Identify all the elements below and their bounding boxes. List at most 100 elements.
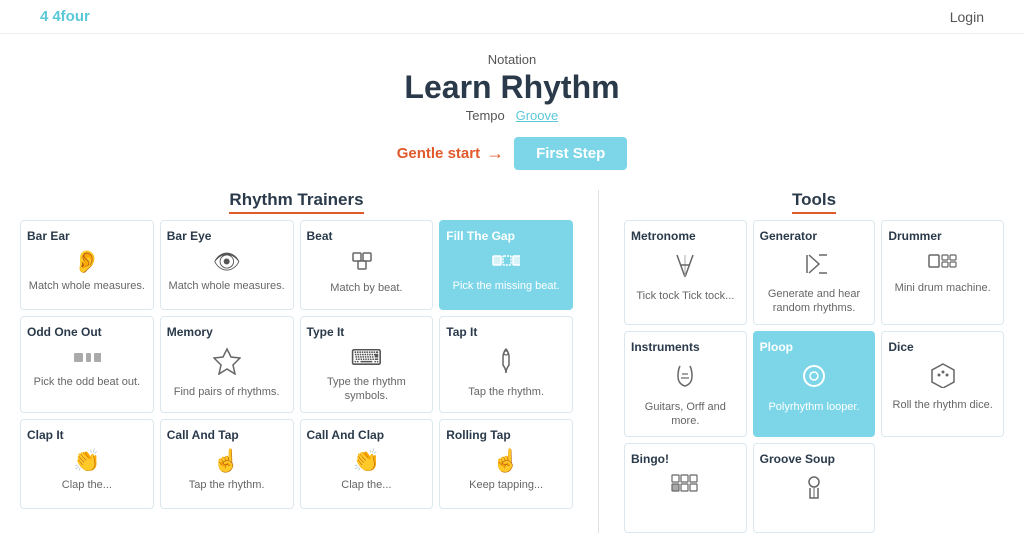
card-metronome-desc: Tick tock Tick tock...: [636, 289, 734, 303]
card-call-and-tap-desc: Tap the rhythm.: [189, 478, 265, 492]
card-bar-ear-icon: 👂: [73, 251, 100, 273]
card-tap-it[interactable]: Tap It Tap the rhythm.: [439, 316, 573, 413]
card-generator-icon: [801, 251, 827, 281]
hero-cta: Gentle start → First Step: [0, 137, 1024, 170]
card-bar-eye-title: Bar Eye: [167, 229, 287, 243]
card-clap-it-desc: Clap the...: [62, 478, 112, 492]
card-bingo[interactable]: Bingo!: [624, 443, 747, 533]
logo-symbol: 4: [40, 8, 48, 25]
card-bar-eye-desc: Match whole measures.: [169, 279, 285, 293]
arrow-icon: →: [486, 143, 504, 164]
tools-section-title: Tools: [792, 190, 836, 214]
card-odd-one-out-title: Odd One Out: [27, 325, 147, 339]
card-groove-soup[interactable]: Groove Soup: [753, 443, 876, 533]
tools-section: Tools Metronome Tick tock Tick tock... G…: [624, 190, 1004, 533]
card-clap-it-title: Clap It: [27, 428, 147, 442]
card-memory-title: Memory: [167, 325, 287, 339]
groove-label[interactable]: Groove: [516, 108, 559, 123]
hero-subtitle: Tempo Groove: [0, 108, 1024, 123]
card-call-and-clap-title: Call And Clap: [307, 428, 427, 442]
card-memory-icon: [213, 347, 241, 379]
card-generator-title: Generator: [760, 229, 869, 243]
card-bar-eye-icon: 👁: [213, 251, 241, 273]
tools-section-title-wrap: Tools: [624, 190, 1004, 210]
section-divider: [598, 190, 599, 533]
card-instruments-icon: [672, 362, 698, 394]
card-generator-desc: Generate and hear random rhythms.: [760, 287, 869, 316]
card-dice-title: Dice: [888, 340, 997, 354]
card-type-it-desc: Type the rhythm symbols.: [307, 375, 427, 404]
card-ploop-desc: Polyrhythm looper.: [768, 400, 859, 414]
card-drummer-title: Drummer: [888, 229, 997, 243]
card-drummer-icon: [928, 251, 958, 275]
card-bar-ear[interactable]: Bar Ear 👂 Match whole measures.: [20, 220, 154, 310]
card-type-it-title: Type It: [307, 325, 427, 339]
tools-grid: Metronome Tick tock Tick tock... Generat…: [624, 220, 1004, 533]
card-call-and-tap-title: Call And Tap: [167, 428, 287, 442]
card-rolling-tap-title: Rolling Tap: [446, 428, 566, 442]
card-call-and-tap[interactable]: Call And Tap ☝ Tap the rhythm.: [160, 419, 294, 509]
card-memory[interactable]: Memory Find pairs of rhythms.: [160, 316, 294, 413]
card-call-and-tap-icon: ☝: [213, 450, 240, 472]
card-instruments-desc: Guitars, Orff and more.: [631, 400, 740, 429]
card-bar-eye[interactable]: Bar Eye 👁 Match whole measures.: [160, 220, 294, 310]
rhythm-grid: Bar Ear 👂 Match whole measures. Bar Eye …: [20, 220, 573, 509]
card-beat[interactable]: Beat Match by beat.: [300, 220, 434, 310]
logo-text: 4four: [52, 8, 90, 25]
card-fill-the-gap-desc: Pick the missing beat.: [453, 279, 560, 293]
card-odd-one-out-icon: [73, 347, 101, 369]
card-generator[interactable]: Generator Generate and hear random rhyth…: [753, 220, 876, 325]
card-bar-ear-title: Bar Ear: [27, 229, 147, 243]
card-drummer-desc: Mini drum machine.: [895, 281, 991, 295]
card-instruments-title: Instruments: [631, 340, 740, 354]
card-call-and-clap-desc: Clap the...: [341, 478, 391, 492]
rhythm-section-title: Rhythm Trainers: [229, 190, 363, 214]
card-fill-the-gap-icon: [492, 251, 520, 273]
card-clap-it-icon: 👏: [73, 450, 100, 472]
card-odd-one-out-desc: Pick the odd beat out.: [34, 375, 140, 389]
login-button[interactable]: Login: [950, 9, 984, 25]
notation-label: Notation: [0, 52, 1024, 67]
hero-section: Notation Learn Rhythm Tempo Groove Gentl…: [0, 34, 1024, 180]
card-beat-icon: [352, 251, 380, 275]
card-rolling-tap-desc: Keep tapping...: [469, 478, 543, 492]
rhythm-section: Rhythm Trainers Bar Ear 👂 Match whole me…: [20, 190, 573, 533]
card-ploop-title: Ploop: [760, 340, 869, 354]
card-bingo-icon: [671, 474, 699, 502]
card-rolling-tap[interactable]: Rolling Tap ☝ Keep tapping...: [439, 419, 573, 509]
card-tap-it-title: Tap It: [446, 325, 566, 339]
card-fill-the-gap-title: Fill The Gap: [446, 229, 566, 243]
card-odd-one-out[interactable]: Odd One Out Pick the odd beat out.: [20, 316, 154, 413]
card-tap-it-icon: [494, 347, 518, 379]
card-metronome[interactable]: Metronome Tick tock Tick tock...: [624, 220, 747, 325]
card-memory-desc: Find pairs of rhythms.: [174, 385, 280, 399]
card-call-and-clap-icon: 👏: [353, 450, 380, 472]
card-bingo-title: Bingo!: [631, 452, 740, 466]
card-ploop-icon: [800, 362, 828, 394]
card-dice-icon: [930, 362, 956, 392]
card-clap-it[interactable]: Clap It 👏 Clap the...: [20, 419, 154, 509]
card-drummer[interactable]: Drummer Mini drum machine.: [881, 220, 1004, 325]
tempo-label: Tempo: [466, 108, 505, 123]
card-instruments[interactable]: Instruments Guitars, Orff and more.: [624, 331, 747, 438]
first-step-button[interactable]: First Step: [514, 137, 627, 170]
main-content: Rhythm Trainers Bar Ear 👂 Match whole me…: [0, 180, 1024, 533]
card-beat-desc: Match by beat.: [330, 281, 402, 295]
card-type-it[interactable]: Type It ⌨ Type the rhythm symbols.: [300, 316, 434, 413]
card-groove-soup-icon: [802, 474, 826, 506]
card-bar-ear-desc: Match whole measures.: [29, 279, 145, 293]
card-call-and-clap[interactable]: Call And Clap 👏 Clap the...: [300, 419, 434, 509]
card-metronome-icon: [673, 251, 697, 283]
rhythm-section-title-wrap: Rhythm Trainers: [20, 190, 573, 210]
gentle-start-label: Gentle start →: [397, 143, 504, 164]
card-ploop[interactable]: Ploop Polyrhythm looper.: [753, 331, 876, 438]
card-type-it-icon: ⌨: [350, 347, 382, 369]
hero-title: Learn Rhythm: [0, 69, 1024, 106]
card-rolling-tap-icon: ☝: [492, 450, 519, 472]
card-dice[interactable]: Dice Roll the rhythm dice.: [881, 331, 1004, 438]
card-fill-the-gap[interactable]: Fill The Gap Pick the missing beat.: [439, 220, 573, 310]
card-tap-it-desc: Tap the rhythm.: [468, 385, 544, 399]
logo[interactable]: 44four: [40, 8, 94, 25]
card-beat-title: Beat: [307, 229, 427, 243]
card-groove-soup-title: Groove Soup: [760, 452, 869, 466]
